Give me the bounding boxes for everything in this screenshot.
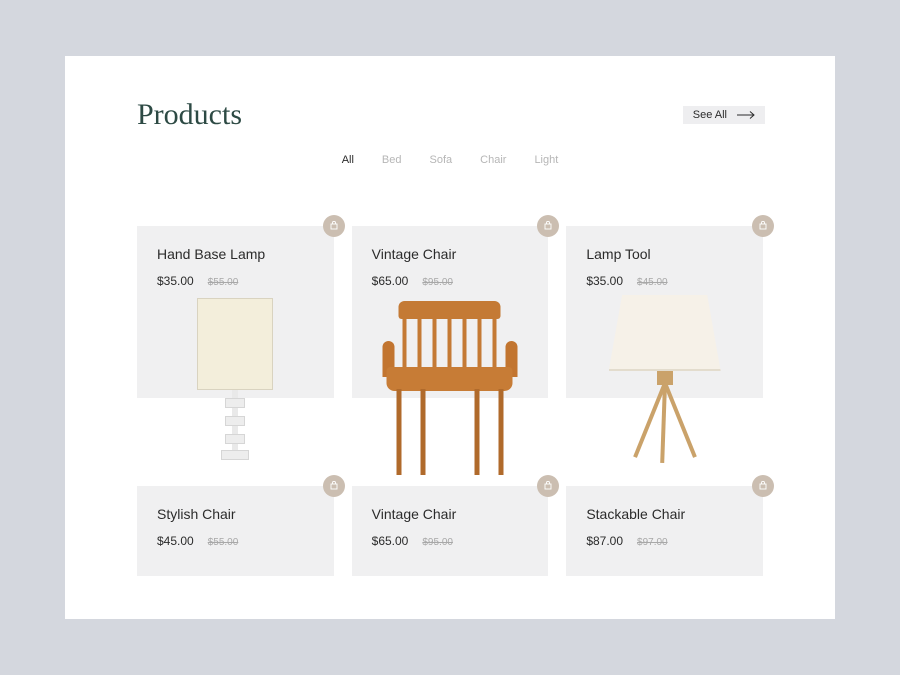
arrow-right-icon: [737, 111, 757, 119]
price-row: $45.00 $55.00: [157, 534, 314, 548]
product-card[interactable]: Vintage Chair $65.00 $95.00: [352, 486, 549, 576]
cart-icon: [758, 481, 768, 491]
cart-icon: [329, 481, 339, 491]
product-old-price: $95.00: [422, 277, 453, 288]
see-all-label: See All: [693, 109, 727, 121]
product-price: $65.00: [372, 534, 409, 548]
category-tabs: All Bed Sofa Chair Light: [65, 154, 835, 166]
product-old-price: $55.00: [208, 537, 239, 548]
cart-add-badge[interactable]: [752, 475, 774, 497]
product-grid-row2: Stylish Chair $45.00 $55.00 Vintage Chai…: [65, 398, 835, 576]
product-card[interactable]: Hand Base Lamp $35.00 $55.00: [137, 226, 334, 398]
price-row: $87.00 $97.00: [586, 534, 743, 548]
tab-sofa[interactable]: Sofa: [430, 154, 453, 166]
product-card[interactable]: Stackable Chair $87.00 $97.00: [566, 486, 763, 576]
product-listing-page: Products See All All Bed Sofa Chair Ligh…: [65, 56, 835, 619]
tab-all[interactable]: All: [342, 154, 354, 166]
see-all-button[interactable]: See All: [683, 106, 765, 124]
cart-icon: [543, 481, 553, 491]
product-price: $35.00: [157, 274, 194, 288]
product-name: Vintage Chair: [372, 246, 529, 262]
cart-add-badge[interactable]: [537, 475, 559, 497]
tab-light[interactable]: Light: [534, 154, 558, 166]
cart-add-badge[interactable]: [323, 475, 345, 497]
product-old-price: $55.00: [208, 277, 239, 288]
tab-bed[interactable]: Bed: [382, 154, 402, 166]
cart-icon: [758, 221, 768, 231]
price-row: $35.00 $45.00: [586, 274, 743, 288]
price-row: $65.00 $95.00: [372, 534, 529, 548]
product-name: Stackable Chair: [586, 506, 743, 522]
product-name: Lamp Tool: [586, 246, 743, 262]
product-price: $87.00: [586, 534, 623, 548]
page-title: Products: [137, 98, 242, 132]
product-name: Vintage Chair: [372, 506, 529, 522]
product-old-price: $45.00: [637, 277, 668, 288]
cart-icon: [543, 221, 553, 231]
tab-chair[interactable]: Chair: [480, 154, 506, 166]
product-price: $65.00: [372, 274, 409, 288]
product-old-price: $95.00: [422, 537, 453, 548]
price-row: $65.00 $95.00: [372, 274, 529, 288]
product-old-price: $97.00: [637, 537, 668, 548]
product-card[interactable]: Lamp Tool $35.00 $45.00: [566, 226, 763, 398]
product-card[interactable]: Vintage Chair $65.00 $95.00: [352, 226, 549, 398]
product-name: Hand Base Lamp: [157, 246, 314, 262]
cart-add-badge[interactable]: [752, 215, 774, 237]
product-grid: Hand Base Lamp $35.00 $55.00 Vintage Cha…: [65, 166, 835, 398]
cart-icon: [329, 221, 339, 231]
product-price: $45.00: [157, 534, 194, 548]
cart-add-badge[interactable]: [323, 215, 345, 237]
cart-add-badge[interactable]: [537, 215, 559, 237]
page-header: Products See All: [65, 56, 835, 132]
product-price: $35.00: [586, 274, 623, 288]
product-card[interactable]: Stylish Chair $45.00 $55.00: [137, 486, 334, 576]
price-row: $35.00 $55.00: [157, 274, 314, 288]
product-name: Stylish Chair: [157, 506, 314, 522]
